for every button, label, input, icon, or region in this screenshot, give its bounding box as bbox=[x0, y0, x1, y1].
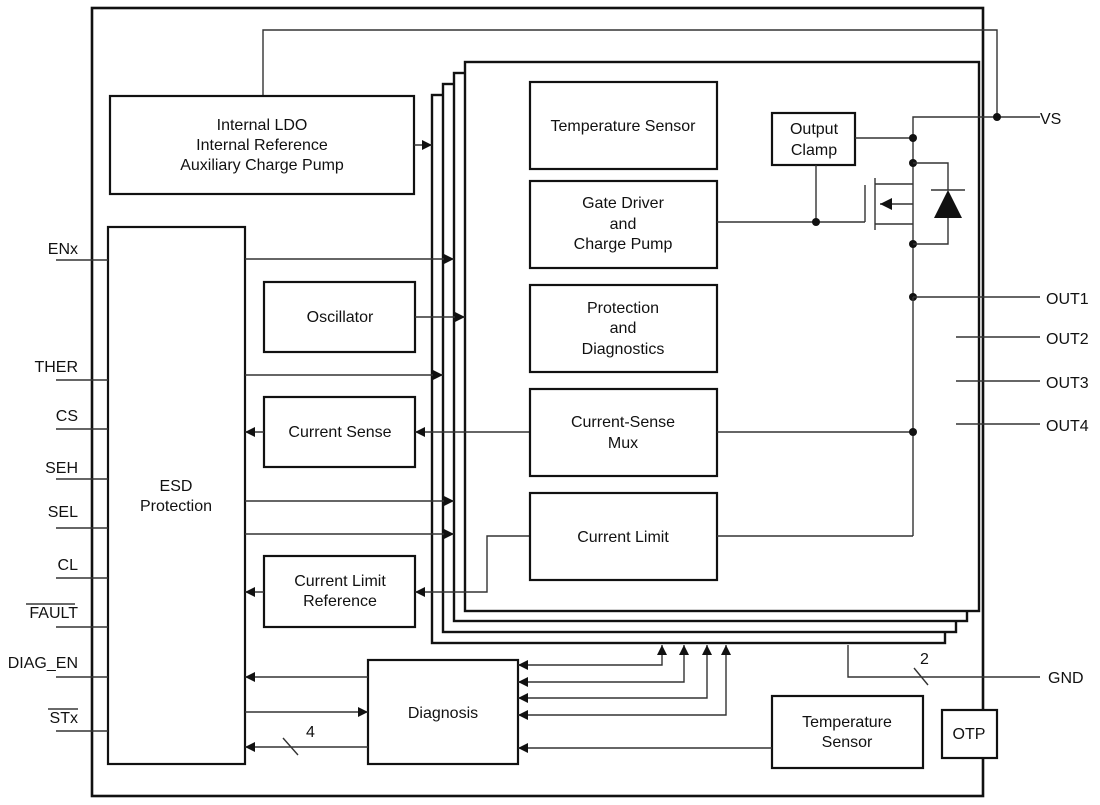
ldo-label-3: Auxiliary Charge Pump bbox=[180, 157, 344, 174]
mux-to-cs-arrow-icon bbox=[415, 427, 425, 437]
gate-driver-label-3: Charge Pump bbox=[574, 236, 673, 253]
diag-bus-width: 4 bbox=[306, 724, 315, 741]
cs-to-esd-arrow-icon bbox=[245, 427, 255, 437]
gate-driver-label-1: Gate Driver bbox=[582, 195, 664, 212]
current-limit-reference-block: Current Limit Reference bbox=[262, 554, 417, 629]
pin-cl: CL bbox=[58, 557, 79, 574]
gate-driver-block: Gate Driver and Charge Pump bbox=[528, 179, 719, 270]
diag-bus-arrow-icon bbox=[245, 742, 255, 752]
ldo-arrow-icon bbox=[422, 140, 432, 150]
current-sense-label: Current Sense bbox=[288, 424, 391, 441]
gnd-wire bbox=[847, 645, 1040, 678]
channel-temp-sensor-block: Temperature Sensor bbox=[528, 80, 719, 171]
ch-diag-in-arrow-icon bbox=[518, 710, 528, 720]
prot-diag-label-1: Protection bbox=[587, 300, 659, 317]
pin-vs: VS bbox=[1040, 111, 1061, 128]
esd-to-diag-arrow-icon bbox=[358, 707, 368, 717]
prot-diag-label-2: and bbox=[610, 320, 637, 337]
output-clamp-label-2: Clamp bbox=[791, 142, 837, 159]
gnd-bus-width: 2 bbox=[920, 651, 929, 668]
pin-stx: STx bbox=[50, 710, 78, 727]
protection-diagnostics-block: Protection and Diagnostics bbox=[528, 283, 719, 374]
pin-seh: SEH bbox=[45, 460, 78, 477]
pin-out3: OUT3 bbox=[1046, 375, 1089, 392]
ch-diag-in-arrow-icon bbox=[518, 660, 528, 670]
pin-out1: OUT1 bbox=[1046, 291, 1089, 308]
pin-out2: OUT2 bbox=[1046, 331, 1089, 348]
current-limit-block: Current Limit bbox=[528, 491, 719, 582]
ch-diag-up-arrow-icon bbox=[702, 645, 712, 655]
temp-sensor-label-1: Temperature bbox=[802, 714, 892, 731]
oscillator-block: Oscillator bbox=[262, 280, 417, 354]
output-clamp-block: Output Clamp bbox=[770, 111, 857, 167]
esd-label-2: Protection bbox=[140, 498, 212, 515]
pin-fault: FAULT bbox=[29, 605, 78, 622]
pin-diag-en: DIAG_EN bbox=[8, 655, 78, 672]
ldo-label-2: Internal Reference bbox=[196, 137, 328, 154]
oscillator-label: Oscillator bbox=[307, 309, 374, 326]
gate-driver-label-2: and bbox=[610, 216, 637, 233]
otp-block: OTP bbox=[940, 708, 999, 760]
output-clamp-label-1: Output bbox=[790, 121, 839, 138]
current-limit-label: Current Limit bbox=[577, 529, 669, 546]
climit-to-clref-arrow-icon bbox=[415, 587, 425, 597]
current-sense-block: Current Sense bbox=[262, 395, 417, 469]
esd-protection-block: ESD Protection bbox=[106, 225, 247, 766]
prot-diag-label-3: Diagnostics bbox=[582, 341, 665, 358]
channel-diag-wires bbox=[518, 645, 731, 720]
cs-mux-label-2: Mux bbox=[608, 435, 638, 452]
ch-diag-up-arrow-icon bbox=[679, 645, 689, 655]
ch-diag-up-arrow-icon bbox=[721, 645, 731, 655]
cs-mux-label-1: Current-Sense bbox=[571, 414, 675, 431]
channel-temp-sensor-label: Temperature Sensor bbox=[551, 118, 697, 135]
clref-to-esd-arrow-icon bbox=[245, 587, 255, 597]
pin-gnd: GND bbox=[1048, 670, 1084, 687]
pin-out4: OUT4 bbox=[1046, 418, 1089, 435]
pin-enx: ENx bbox=[48, 241, 78, 258]
clref-label-2: Reference bbox=[303, 593, 377, 610]
ldo-label-1: Internal LDO bbox=[217, 117, 308, 134]
ch-diag-in-arrow-icon bbox=[518, 677, 528, 687]
pin-sel: SEL bbox=[48, 504, 78, 521]
otp-label: OTP bbox=[953, 726, 986, 743]
temp-to-diag-arrow-icon bbox=[518, 743, 528, 753]
temp-sensor-label-2: Sensor bbox=[822, 734, 873, 751]
temperature-sensor-block: Temperature Sensor bbox=[770, 694, 925, 770]
pin-cs: CS bbox=[56, 408, 78, 425]
diag-to-esd-arrow-icon bbox=[245, 672, 255, 682]
pin-ther: THER bbox=[34, 359, 78, 376]
ldo-block: Internal LDO Internal Reference Auxiliar… bbox=[108, 94, 416, 196]
current-sense-mux-block: Current-Sense Mux bbox=[528, 387, 719, 478]
ch-diag-up-arrow-icon bbox=[657, 645, 667, 655]
diagnosis-label: Diagnosis bbox=[408, 705, 478, 722]
diagnosis-block: Diagnosis bbox=[366, 658, 520, 766]
clref-label-1: Current Limit bbox=[294, 573, 386, 590]
block-diagram: Internal LDO Internal Reference Auxiliar… bbox=[8, 6, 1089, 798]
esd-label-1: ESD bbox=[160, 478, 193, 495]
ch-diag-in-arrow-icon bbox=[518, 693, 528, 703]
